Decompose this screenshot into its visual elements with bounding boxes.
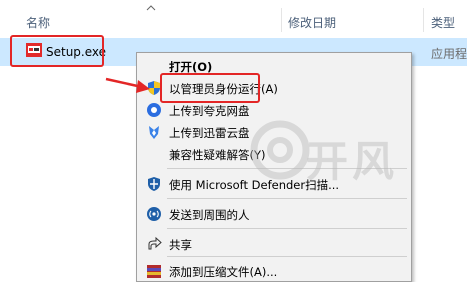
nearby-share-icon [147,207,161,221]
defender-icon [148,177,160,191]
column-type[interactable]: 类型 [431,14,455,31]
menu-item-add-to-archive[interactable]: 添加到压缩文件(A)... [137,261,411,281]
share-icon [148,236,162,250]
menu-separator [167,256,407,257]
quark-icon [147,103,161,117]
xunlei-icon [149,126,159,139]
menu-separator [167,198,407,199]
column-modified[interactable]: 修改日期 [288,14,336,31]
watermark-at-icon [250,120,310,180]
column-divider[interactable] [281,8,282,32]
menu-item-label: 添加到压缩文件(A)... [169,265,278,279]
menu-item-label: 上传到迅雷云盘 [169,126,250,140]
archive-icon [147,265,161,278]
menu-separator [167,228,407,229]
watermark-text: 开风 [306,137,399,186]
column-name[interactable]: 名称 [26,14,50,31]
file-type: 应用程 [431,47,467,61]
menu-item-upload-quark[interactable]: 上传到夸克网盘 [137,100,411,120]
pointer-arrow-icon [105,77,150,93]
menu-item-label: 共享 [169,238,192,252]
highlight-box-file [10,35,104,67]
column-divider[interactable] [423,8,424,32]
menu-item-label: 上传到夸克网盘 [169,104,250,118]
menu-item-label: 发送到周围的人 [169,208,250,222]
highlight-box-run-as-admin [160,73,260,103]
menu-item-nearby-share[interactable]: 发送到周围的人 [137,204,411,224]
column-header: 名称 修改日期 类型 [0,0,467,32]
menu-item-share[interactable]: 共享 [137,234,411,254]
sort-caret-icon[interactable] [146,3,156,13]
